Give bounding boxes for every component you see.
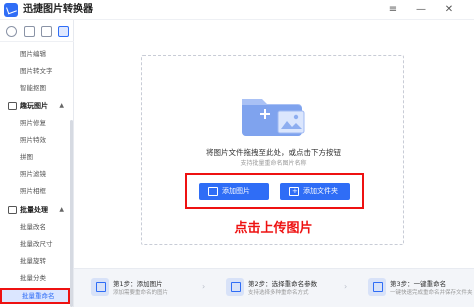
step-desc: 支持选择多种重命名方式 [248, 290, 309, 296]
sidebar-toolbar [0, 20, 74, 42]
minimize-icon[interactable]: — [414, 3, 428, 17]
sidebar-item-smart-cutout[interactable]: 智能抠图 [0, 80, 70, 96]
drop-subhint-text: 支持批量重命名图片名称 [240, 160, 307, 167]
sidebar-group-fun-images[interactable]: 趣玩图片 ▲ [0, 98, 70, 114]
image-edit-icon[interactable] [41, 26, 52, 37]
add-folder-button[interactable]: + 添加文件夹 [280, 183, 350, 200]
sidebar-group-label: 趣玩图片 [20, 102, 48, 110]
image-drop-zone[interactable]: 将图片文件拖拽至此处，或点击下方按钮 支持批量重命名图片名称 添加图片 + 添加… [141, 55, 404, 245]
sidebar-item-image-edit[interactable]: 图片编辑 [0, 46, 70, 62]
steps-bar: 第1步：添加图片 添加需要重命名的图片 › 第2步：选择重命名参数 支持选择多种… [74, 268, 474, 307]
app-title: 迅捷图片转换器 [23, 4, 93, 15]
rename-step-icon [368, 278, 386, 296]
sidebar-scrollbar[interactable] [70, 120, 73, 307]
sidebar-item-photo-frame[interactable]: 照片相框 [0, 183, 70, 199]
add-folder-label: 添加文件夹 [303, 187, 338, 195]
add-image-label: 添加图片 [222, 187, 250, 195]
step-desc: 添加需要重命名的图片 [113, 290, 169, 296]
sidebar-item-batch-classify[interactable]: 批量分类 [0, 270, 70, 286]
close-icon[interactable]: ✕ [442, 3, 456, 17]
add-image-button[interactable]: 添加图片 [199, 183, 269, 200]
sidebar-item-batch-rotate[interactable]: 批量旋转 [0, 253, 70, 269]
upload-callout-text: 点击上传图片 [234, 221, 313, 236]
step-title: 第3步：一键重命名 [390, 280, 447, 288]
sidebar-item-collage[interactable]: 拼图 [0, 149, 70, 165]
upload-buttons-highlight: 添加图片 + 添加文件夹 [185, 173, 364, 209]
image-tool-icon[interactable] [24, 26, 35, 37]
drop-hint-text: 将图片文件拖拽至此处，或点击下方按钮 [206, 148, 341, 157]
sidebar-item-photo-effects[interactable]: 照片特效 [0, 132, 70, 148]
chevron-up-icon: ▲ [59, 102, 64, 109]
step-desc: 一键快速完成重命名并保存文件夹 [390, 290, 473, 296]
fun-images-icon [8, 102, 17, 110]
sidebar-item-photo-filter[interactable]: 照片滤镜 [0, 166, 70, 182]
chevron-right-icon: › [344, 282, 348, 291]
menu-icon[interactable]: ≡ [386, 3, 400, 17]
folder-image-icon [242, 99, 305, 136]
image-icon [208, 187, 218, 196]
sidebar-item-batch-rename-basic[interactable]: 批量改名 [0, 219, 70, 235]
sidebar-item-image-to-text[interactable]: 图片转文字 [0, 63, 70, 79]
add-folder-icon: + [289, 187, 299, 196]
sidebar-group-label: 批量处理 [20, 206, 48, 214]
batch-icon [8, 206, 17, 214]
settings-step-icon [226, 278, 244, 296]
sidebar-item-photo-repair[interactable]: 照片修复 [0, 115, 70, 131]
home-icon[interactable] [6, 26, 17, 37]
add-image-step-icon [91, 278, 109, 296]
sidebar: 图片编辑 图片转文字 智能抠图 趣玩图片 ▲ 照片修复 照片特效 拼图 照片滤镜… [0, 20, 74, 307]
title-bar: 迅捷图片转换器 ≡ — ✕ [0, 0, 474, 20]
sidebar-item-batch-resize[interactable]: 批量改尺寸 [0, 236, 70, 252]
app-logo-icon [4, 3, 18, 17]
sidebar-item-batch-rename[interactable]: 批量重命名 [0, 288, 70, 304]
chevron-up-icon: ▲ [59, 206, 64, 213]
batch-tool-icon[interactable] [58, 26, 69, 37]
chevron-right-icon: › [202, 282, 206, 291]
step-title: 第1步：添加图片 [113, 280, 163, 288]
step-title: 第2步：选择重命名参数 [248, 280, 318, 288]
sidebar-group-batch[interactable]: 批量处理 ▲ [0, 202, 70, 218]
